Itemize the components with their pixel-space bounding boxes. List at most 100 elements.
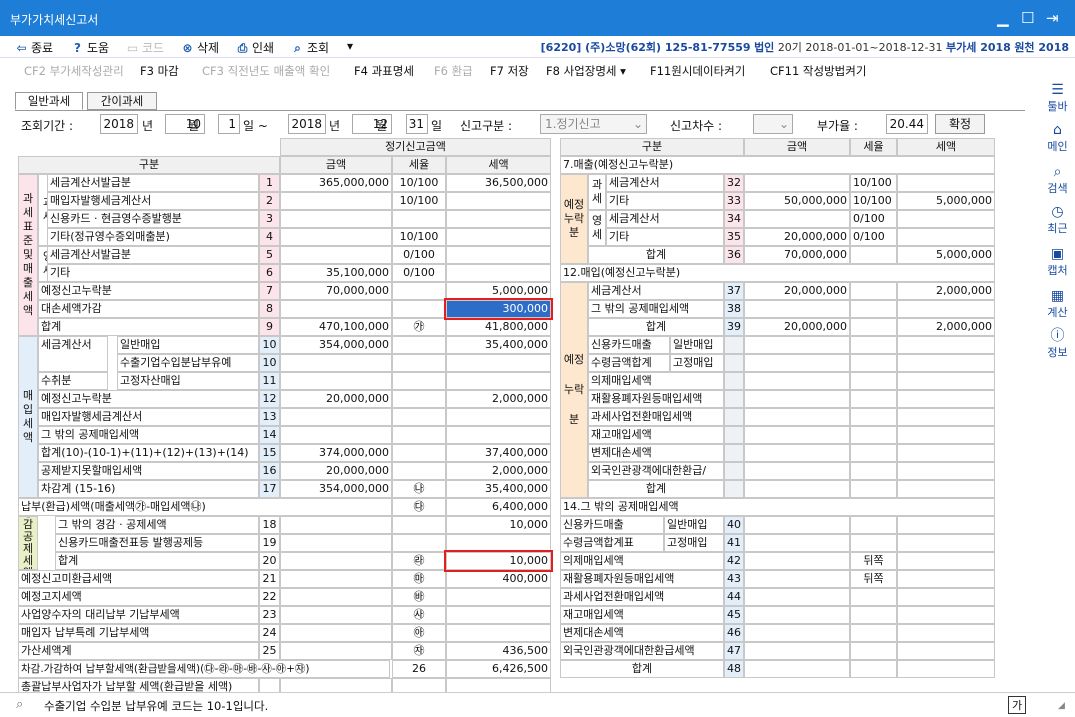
tab-general[interactable]: 일반과세	[15, 92, 83, 110]
start-day-field[interactable]: 1	[218, 114, 240, 134]
header-amount: 금액	[280, 156, 392, 174]
end-year-field[interactable]: 2018	[288, 114, 326, 134]
left-row-23-amount	[280, 588, 392, 606]
r12-blank-amount	[744, 462, 850, 480]
left-row-9-amount: 354,000,000	[280, 336, 392, 354]
fkey-business-sites[interactable]: F8 사업장명세 ▾	[546, 63, 626, 79]
r14-card-fixed: 고정매입	[664, 534, 724, 552]
minimize-icon[interactable]: ▁	[997, 9, 1009, 27]
fkey-prev-year-sales[interactable]: CF3 직전년도 매출액 확인	[202, 63, 330, 79]
left-row-1-tax	[446, 192, 551, 210]
section-7-title: 7.매출(예정신고누락분)	[560, 156, 995, 174]
help-button[interactable]: ? 도움	[70, 39, 109, 56]
report-seq-select[interactable]: ⌄	[753, 114, 793, 134]
resize-grip-icon[interactable]: ◢	[1058, 701, 1065, 711]
end-day-field[interactable]: 31	[406, 114, 428, 134]
r12-blank-rate	[850, 336, 897, 354]
section-12-title: 12.매입(예정신고누락분)	[560, 264, 995, 282]
r14-row-4-no: 44	[724, 588, 744, 606]
r12-extra-2: 과세사업전환매입세액	[588, 408, 724, 426]
info-link[interactable]: ⓘ 정보	[1040, 328, 1075, 360]
r12-row-2-amount: 20,000,000	[744, 318, 850, 336]
left-row-12-no: 12	[259, 390, 280, 408]
home-link[interactable]: ⌂ 메인	[1040, 122, 1075, 154]
r12-blank-no	[724, 372, 744, 390]
left-row-1-rate: 10/100	[392, 192, 446, 210]
search-button[interactable]: ⌕ 조회	[290, 39, 329, 56]
r12-total-label: 합계	[588, 480, 724, 498]
fkey-tax-base[interactable]: F4 과표명세	[354, 63, 414, 79]
left-row-2-amount	[280, 210, 392, 228]
left-row-8-rate: ㉮	[392, 318, 446, 336]
left-row-22-label: 예정신고미환급세액	[18, 570, 259, 588]
r14-row-8-amount	[744, 660, 850, 678]
r12-extra-4: 변제대손세액	[588, 444, 724, 462]
fkey-guide[interactable]: CF11 작성방법켜기	[770, 63, 866, 79]
left-row-23-tax	[446, 588, 551, 606]
left-row-20-rate	[392, 534, 446, 552]
report-seq-label: 신고차수 :	[670, 119, 723, 133]
start-year-field[interactable]: 2018	[100, 114, 138, 134]
search-link[interactable]: ⌕ 검색	[1040, 164, 1075, 196]
delete-button[interactable]: ⊗ 삭제	[180, 39, 219, 56]
print-button[interactable]: ⎙ 인쇄	[235, 39, 274, 56]
r12-blank-no	[724, 462, 744, 480]
left-row-22-amount	[280, 570, 392, 588]
r7-row-2-label: 세금계산서	[606, 210, 724, 228]
vat-year: 부가세 2018	[946, 41, 1011, 54]
more-menu-button[interactable]: ▾	[347, 39, 353, 53]
capture-link[interactable]: ▣ 캡처	[1040, 246, 1075, 278]
search-icon: ⌕	[1053, 164, 1062, 180]
header-tax: 세액	[446, 156, 551, 174]
r7-row-0-no: 32	[724, 174, 744, 192]
left-row-4-tax	[446, 246, 551, 264]
confirm-button[interactable]: 확정	[935, 114, 985, 134]
left-row-24-label: 사업양수자의 대리납부 기납부세액	[18, 606, 259, 624]
header-declared-amount: 정기신고금액	[280, 138, 551, 156]
fkey-save[interactable]: F7 저장	[490, 63, 529, 79]
calculator-link[interactable]: ▦ 계산	[1040, 288, 1075, 320]
r7-row-0-amount	[744, 174, 850, 192]
toolbar-toggle[interactable]: ☰ 툴바	[1040, 82, 1075, 114]
r14-row-8-label: 합계	[560, 660, 724, 678]
window-title: 부가가치세신고서	[10, 13, 99, 27]
r7-row-4-no: 36	[724, 246, 744, 264]
left-row-11-amount	[280, 372, 392, 390]
r14-row-2-tax	[897, 552, 995, 570]
ime-indicator[interactable]: 가	[1008, 696, 1027, 714]
left-row-2-rate	[392, 210, 446, 228]
r7-row-1-no: 33	[724, 192, 744, 210]
recent-link[interactable]: ◷ 최근	[1040, 204, 1075, 236]
r12-row-0-rate	[850, 282, 897, 300]
r14-row-1-rate	[850, 534, 897, 552]
left-row-24-amount	[280, 606, 392, 624]
r14-row-7-no: 47	[724, 642, 744, 660]
left-row-3-tax	[446, 228, 551, 246]
tab-simplified[interactable]: 간이과세	[87, 92, 157, 110]
rate-field[interactable]: 20.44	[886, 114, 928, 134]
left-row-15-rate	[392, 444, 446, 462]
r14-row-4-tax	[897, 588, 995, 606]
left-row-6-rate	[392, 282, 446, 300]
left-row-27-tax: 6,426,500	[446, 660, 551, 678]
left-row-2-label: 신용카드 · 현금영수증발행분	[47, 210, 259, 228]
fkey-vat-manage[interactable]: CF2 부가세작성관리	[24, 63, 124, 79]
maximize-icon[interactable]: ☐	[1021, 9, 1034, 27]
r12-blank-amount	[744, 480, 850, 498]
r14-row-5-rate	[850, 606, 897, 624]
left-row-16-label: 공제받지못할매입세액	[38, 462, 259, 480]
r12-blank-rate	[850, 444, 897, 462]
r7-row-4-amount: 70,000,000	[744, 246, 850, 264]
close-button[interactable]: ⇦ 종료	[14, 39, 53, 56]
side-zero-7: 영세	[588, 210, 606, 246]
fkey-refund[interactable]: F6 환급	[434, 63, 473, 79]
exit-icon[interactable]: ⇥	[1046, 9, 1059, 27]
r12-blank-tax	[897, 444, 995, 462]
r12-blank-amount	[744, 444, 850, 462]
fkey-raw-data[interactable]: F11원시데이타켜기	[650, 63, 745, 79]
code-button[interactable]: ▭ 코드	[125, 39, 164, 56]
fkey-close-period[interactable]: F3 마감	[140, 63, 179, 79]
report-type-select[interactable]: 1.정기신고 ⌄	[540, 114, 647, 134]
r12-blank-no	[724, 336, 744, 354]
r7-row-4-rate	[850, 246, 897, 264]
